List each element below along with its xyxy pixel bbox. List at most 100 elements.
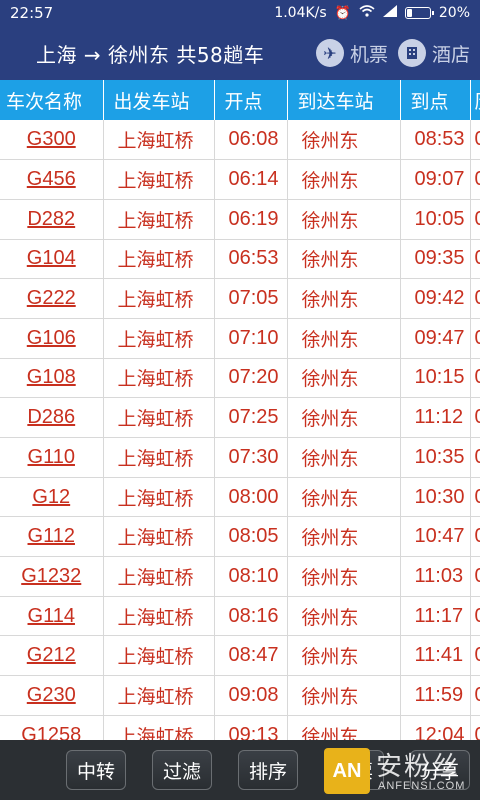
table-row[interactable]: G106上海虹桥07:10徐州东09:470: [0, 318, 480, 359]
arrival-station: 徐州东: [287, 397, 401, 438]
train-number-link[interactable]: D286: [0, 397, 104, 438]
train-number-link[interactable]: G104: [0, 239, 104, 280]
arrival-time: 11:03: [400, 556, 471, 597]
train-number-link[interactable]: G114: [0, 596, 104, 637]
departure-station: 上海虹桥: [103, 199, 215, 240]
table-row[interactable]: G456上海虹桥06:14徐州东09:070: [0, 159, 480, 200]
arrival-station: 徐州东: [287, 715, 401, 740]
arrival-time: 11:17: [400, 596, 471, 637]
departure-time: 06:19: [214, 199, 288, 240]
flight-label: 机票: [349, 43, 388, 66]
table-row[interactable]: D282上海虹桥06:19徐州东10:050: [0, 199, 480, 240]
departure-station: 上海虹桥: [103, 159, 215, 200]
train-number-link[interactable]: G106: [0, 318, 104, 359]
train-number-link[interactable]: D282: [0, 199, 104, 240]
arrival-station: 徐州东: [287, 278, 401, 319]
flight-button[interactable]: ✈ 机票: [315, 39, 388, 67]
share-button[interactable]: 分享: [410, 750, 470, 790]
train-number-link[interactable]: G222: [0, 278, 104, 319]
table-row[interactable]: G300上海虹桥06:08徐州东08:530: [0, 120, 480, 161]
train-number-link[interactable]: G212: [0, 635, 104, 677]
table-row[interactable]: G1258上海虹桥09:13徐州东12:040: [0, 715, 480, 740]
train-number-link[interactable]: G12: [0, 477, 104, 518]
departure-station: 上海虹桥: [103, 715, 215, 740]
departure-time: 08:16: [214, 596, 288, 637]
column-header[interactable]: 到点: [400, 80, 471, 120]
arrival-station: 徐州东: [287, 358, 401, 399]
transfer-button[interactable]: 中转: [66, 750, 126, 790]
arrival-time: 11:12: [400, 397, 471, 438]
departure-station: 上海虹桥: [103, 635, 215, 677]
arrival-time: 10:15: [400, 358, 471, 399]
train-number-link[interactable]: G108: [0, 358, 104, 399]
status-time: 22:57: [10, 4, 54, 22]
arrival-time: 11:59: [400, 675, 471, 716]
duration-cell: 0: [470, 120, 480, 161]
table-row[interactable]: G212上海虹桥08:47徐州东11:410: [0, 635, 480, 677]
departure-station: 上海虹桥: [103, 437, 215, 478]
table-row[interactable]: G222上海虹桥07:05徐州东09:420: [0, 278, 480, 319]
remaining-tickets-button[interactable]: 余票: [324, 750, 384, 790]
table-row[interactable]: G104上海虹桥06:53徐州东09:350: [0, 239, 480, 280]
arrival-station: 徐州东: [287, 120, 401, 161]
train-number-link[interactable]: G230: [0, 675, 104, 716]
departure-station: 上海虹桥: [103, 278, 215, 319]
column-header[interactable]: 历: [470, 80, 480, 120]
departure-station: 上海虹桥: [103, 477, 215, 518]
sort-button[interactable]: 排序: [238, 750, 298, 790]
departure-time: 06:14: [214, 159, 288, 200]
hotel-button[interactable]: 酒店: [397, 39, 470, 67]
status-bar: 22:57 1.04K/s ⏰ 20%: [0, 0, 480, 26]
arrival-time: 11:41: [400, 635, 471, 677]
train-number-link[interactable]: G1258: [0, 715, 104, 740]
status-right: 1.04K/s ⏰ 20%: [274, 5, 470, 21]
departure-station: 上海虹桥: [103, 397, 215, 438]
column-header[interactable]: 出发车站: [103, 80, 215, 120]
departure-station: 上海虹桥: [103, 516, 215, 558]
table-row[interactable]: D286上海虹桥07:25徐州东11:120: [0, 397, 480, 438]
arrival-time: 12:04: [400, 715, 471, 740]
arrival-station: 徐州东: [287, 318, 401, 359]
arrival-time: 09:47: [400, 318, 471, 359]
duration-cell: 0: [470, 437, 480, 478]
table-row[interactable]: G112上海虹桥08:05徐州东10:470: [0, 516, 480, 558]
departure-time: 07:05: [214, 278, 288, 319]
train-number-link[interactable]: G1232: [0, 556, 104, 597]
table-row[interactable]: G108上海虹桥07:20徐州东10:150: [0, 358, 480, 399]
arrival-time: 10:05: [400, 199, 471, 240]
table-row[interactable]: G1232上海虹桥08:10徐州东11:030: [0, 556, 480, 597]
arrival-station: 徐州东: [287, 477, 401, 518]
duration-cell: 0: [470, 596, 480, 637]
departure-time: 09:13: [214, 715, 288, 740]
train-number-link[interactable]: G300: [0, 120, 104, 161]
departure-time: 08:10: [214, 556, 288, 597]
duration-cell: 0: [470, 556, 480, 597]
departure-station: 上海虹桥: [103, 675, 215, 716]
signal-icon: [382, 5, 397, 21]
train-table-container[interactable]: 车次名称 出发车站 开点 到达车站 到点 历 G300上海虹桥06:08徐州东0…: [0, 80, 480, 740]
table-row[interactable]: G230上海虹桥09:08徐州东11:590: [0, 675, 480, 716]
duration-cell: 0: [470, 477, 480, 518]
train-number-link[interactable]: G110: [0, 437, 104, 478]
departure-station: 上海虹桥: [103, 556, 215, 597]
network-speed: 1.04K/s: [274, 5, 327, 21]
arrival-station: 徐州东: [287, 596, 401, 637]
table-row[interactable]: G12上海虹桥08:00徐州东10:300: [0, 477, 480, 518]
arrival-station: 徐州东: [287, 437, 401, 478]
column-header[interactable]: 到达车站: [287, 80, 401, 120]
bottom-toolbar: 中转 过滤 排序 余票 分享: [0, 740, 480, 800]
arrival-station: 徐州东: [287, 516, 401, 558]
page-title: 上海 → 徐州东 共58趟车: [36, 42, 265, 67]
duration-cell: 0: [470, 715, 480, 740]
train-number-link[interactable]: G112: [0, 516, 104, 558]
train-number-link[interactable]: G456: [0, 159, 104, 200]
alarm-icon: ⏰: [334, 5, 351, 21]
departure-station: 上海虹桥: [103, 239, 215, 280]
column-header[interactable]: 车次名称: [0, 80, 104, 120]
column-header[interactable]: 开点: [214, 80, 288, 120]
table-row[interactable]: G114上海虹桥08:16徐州东11:170: [0, 596, 480, 637]
battery-percent: 20%: [438, 5, 470, 21]
arrival-time: 09:35: [400, 239, 471, 280]
table-row[interactable]: G110上海虹桥07:30徐州东10:350: [0, 437, 480, 478]
filter-button[interactable]: 过滤: [152, 750, 212, 790]
